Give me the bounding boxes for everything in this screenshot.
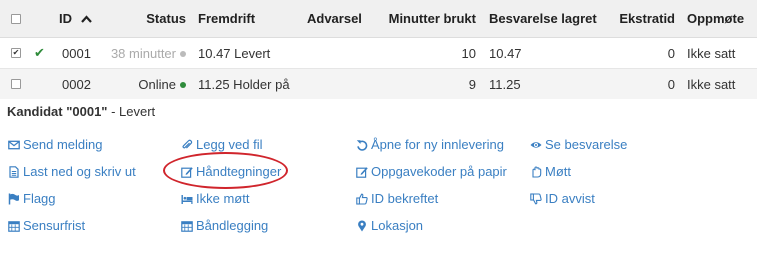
- status-text: 38 minutter: [110, 45, 176, 61]
- status-cell: Online: [100, 69, 186, 99]
- delivered-check-icon: ✔: [34, 45, 45, 60]
- fremdrift-cell: 11.25 Holder på: [198, 76, 290, 92]
- minutter-cell: 9: [468, 76, 476, 92]
- calendar-icon: [180, 219, 193, 232]
- sensurfrist-button[interactable]: Sensurfrist: [7, 218, 85, 233]
- document-icon: [7, 165, 20, 178]
- column-header-oppmote[interactable]: Oppmøte: [687, 0, 744, 37]
- table-row[interactable]: 0002 Online 11.25 Holder på 9 11.25 0 Ik…: [0, 69, 757, 99]
- open-new-submission-button[interactable]: Åpne for ny innlevering: [355, 137, 504, 152]
- edit-icon: [180, 165, 193, 178]
- column-header-fremdrift[interactable]: Fremdrift: [198, 0, 255, 37]
- hand-icon: [529, 165, 542, 178]
- location-button[interactable]: Lokasjon: [355, 218, 423, 233]
- candidate-panel-title: Kandidat "0001" - Levert: [7, 104, 156, 119]
- calendar-icon: [7, 219, 20, 232]
- row-checkbox[interactable]: ✔: [11, 38, 21, 68]
- map-marker-icon: [355, 219, 368, 232]
- status-cell: 38 minutter: [100, 38, 186, 68]
- candidate-id: 0001: [62, 45, 91, 61]
- candidate-table: ID Status Fremdrift Advarsel Minutter br…: [0, 0, 757, 99]
- column-header-ekstratid[interactable]: Ekstratid: [605, 0, 675, 37]
- row-checkbox[interactable]: [11, 69, 21, 99]
- mott-button[interactable]: Møtt: [529, 164, 571, 179]
- online-dot-icon: [180, 82, 186, 88]
- column-header-besvarelse-lagret[interactable]: Besvarelse lagret: [489, 0, 597, 37]
- column-header-advarsel[interactable]: Advarsel: [307, 0, 362, 37]
- fremdrift-cell: 10.47 Levert: [198, 45, 271, 61]
- column-header-status[interactable]: Status: [130, 0, 186, 37]
- table-row[interactable]: ✔ ✔ 0001 38 minutter 10.47 Levert 10 10.…: [0, 38, 757, 69]
- minutter-cell: 10: [461, 45, 476, 61]
- bandlegging-button[interactable]: Båndlegging: [180, 218, 268, 233]
- envelope-icon: [7, 138, 20, 151]
- edit-icon: [355, 165, 368, 178]
- select-all-checkbox[interactable]: [11, 0, 21, 37]
- download-print-button[interactable]: Last ned og skriv ut: [7, 164, 136, 179]
- status-text: Online: [138, 76, 176, 92]
- column-header-minutter-brukt[interactable]: Minutter brukt: [370, 0, 476, 37]
- thumbs-up-icon: [355, 192, 368, 205]
- handtegninger-button[interactable]: Håndtegninger: [180, 164, 281, 179]
- oppmote-cell: Ikke satt: [687, 45, 736, 61]
- undo-icon: [355, 138, 368, 151]
- view-submission-button[interactable]: Se besvarelse: [529, 137, 627, 152]
- id-confirmed-button[interactable]: ID bekreftet: [355, 191, 438, 206]
- table-header: ID Status Fremdrift Advarsel Minutter br…: [0, 0, 757, 38]
- attach-file-button[interactable]: Legg ved fil: [180, 137, 263, 152]
- besvarelse-cell: 11.25: [489, 76, 521, 92]
- send-message-button[interactable]: Send melding: [7, 137, 103, 152]
- paperclip-icon: [180, 138, 193, 151]
- ekstratid-cell: 0: [667, 45, 675, 61]
- column-header-id[interactable]: ID: [59, 0, 92, 37]
- offline-dot-icon: [180, 51, 186, 57]
- candidate-id: 0002: [62, 76, 91, 92]
- id-rejected-button[interactable]: ID avvist: [529, 191, 595, 206]
- ikke-mott-button[interactable]: Ikke møtt: [180, 191, 249, 206]
- eye-icon: [529, 138, 542, 151]
- oppmote-cell: Ikke satt: [687, 76, 736, 92]
- ekstratid-cell: 0: [667, 76, 675, 92]
- besvarelse-cell: 10.47: [489, 45, 522, 61]
- thumbs-down-icon: [529, 192, 542, 205]
- bed-icon: [180, 192, 193, 205]
- flag-button[interactable]: Flagg: [7, 191, 56, 206]
- flag-icon: [7, 192, 20, 205]
- task-codes-paper-button[interactable]: Oppgavekoder på papir: [355, 164, 507, 179]
- sort-ascending-icon: [81, 14, 92, 23]
